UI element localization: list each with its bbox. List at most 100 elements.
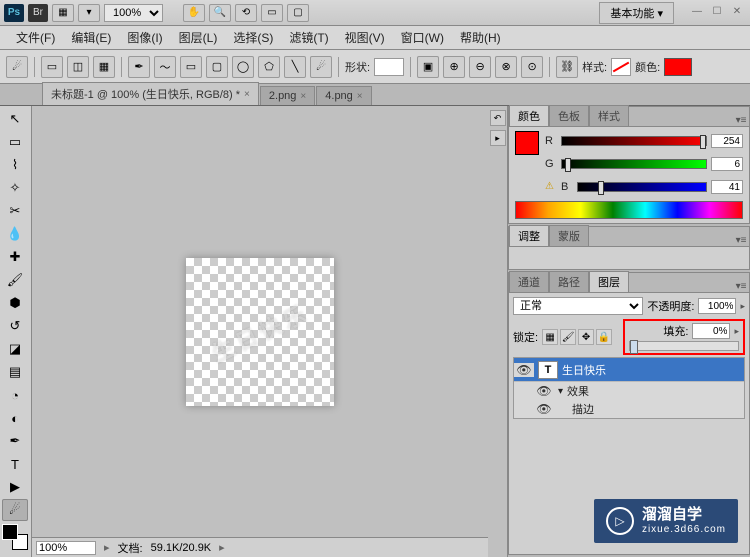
fg-bg-colors[interactable]	[2, 524, 28, 550]
opacity-flyout-icon[interactable]: ▸	[740, 301, 745, 312]
menu-file[interactable]: 文件(F)	[8, 27, 63, 48]
r-slider[interactable]	[561, 136, 707, 146]
mini-bridge-icon[interactable]: ▦	[52, 4, 74, 22]
opacity-input[interactable]	[698, 298, 736, 314]
lock-all-icon[interactable]: 🔒	[596, 329, 612, 345]
combine-subtract-icon[interactable]: ⊖	[469, 56, 491, 78]
layer-item-text[interactable]: 👁 T 生日快乐	[514, 358, 744, 382]
bridge-icon[interactable]: Br	[28, 4, 48, 22]
brush-tool-icon[interactable]: 🖌	[2, 269, 28, 291]
visibility-icon[interactable]: 👁	[534, 384, 554, 398]
g-input[interactable]	[711, 157, 743, 171]
menu-select[interactable]: 选择(S)	[225, 27, 281, 48]
ellipse-shape-icon[interactable]: ◯	[232, 56, 254, 78]
eyedropper-tool-icon[interactable]: 💧	[2, 223, 28, 245]
workspace-select[interactable]: 基本功能 ▾	[599, 2, 674, 24]
visibility-icon[interactable]: 👁	[514, 363, 534, 377]
b-slider[interactable]	[577, 182, 707, 192]
fill-slider[interactable]	[629, 341, 739, 351]
close-icon[interactable]: ×	[357, 91, 363, 102]
pen-tool-icon[interactable]: ✒	[2, 430, 28, 452]
fg-color-swatch[interactable]	[2, 524, 18, 540]
pen-icon[interactable]: ✒	[128, 56, 150, 78]
lock-pixels-icon[interactable]: 🖌	[560, 329, 576, 345]
rrect-shape-icon[interactable]: ▢	[206, 56, 228, 78]
doc-tab-2[interactable]: 2.png ×	[260, 86, 315, 105]
combine-new-icon[interactable]: ▣	[417, 56, 439, 78]
visibility-icon[interactable]: 👁	[534, 402, 554, 416]
fill-input[interactable]	[692, 323, 730, 339]
minimize-button[interactable]: —	[688, 6, 706, 20]
marquee-tool-icon[interactable]: ▭	[2, 131, 28, 153]
eraser-tool-icon[interactable]: ◪	[2, 338, 28, 360]
tab-styles[interactable]: 样式	[589, 105, 629, 126]
menu-filter[interactable]: 滤镜(T)	[281, 27, 336, 48]
paths-icon[interactable]: ◫	[67, 56, 89, 78]
tab-swatches[interactable]: 色板	[549, 105, 589, 126]
shape-dropdown[interactable]	[374, 58, 404, 76]
blur-tool-icon[interactable]: ◔	[2, 384, 28, 406]
canvas[interactable]: 生日快乐	[186, 258, 334, 406]
menu-window[interactable]: 窗口(W)	[393, 27, 452, 48]
tool-preset-icon[interactable]: ☄	[6, 56, 28, 78]
rect-shape-icon[interactable]: ▭	[180, 56, 202, 78]
g-slider[interactable]	[561, 159, 707, 169]
actions-panel-icon[interactable]: ▸	[490, 130, 506, 146]
view-extras-icon[interactable]: ▾	[78, 4, 100, 22]
crop-tool-icon[interactable]: ✂	[2, 200, 28, 222]
custom-shape-icon[interactable]: ☄	[310, 56, 332, 78]
path-select-tool-icon[interactable]: ▶	[2, 476, 28, 498]
shape-layers-icon[interactable]: ▭	[41, 56, 63, 78]
combine-intersect-icon[interactable]: ⊗	[495, 56, 517, 78]
menu-image[interactable]: 图像(I)	[119, 27, 170, 48]
zoom-icon[interactable]: 🔍	[209, 4, 231, 22]
blend-mode-select[interactable]: 正常	[513, 297, 643, 315]
dodge-tool-icon[interactable]: ◐	[2, 407, 28, 429]
layer-effects-row[interactable]: 👁 ▾ 效果	[514, 382, 744, 400]
menu-edit[interactable]: 编辑(E)	[63, 27, 119, 48]
combine-add-icon[interactable]: ⊕	[443, 56, 465, 78]
heal-tool-icon[interactable]: ✚	[2, 246, 28, 268]
lock-transparent-icon[interactable]: ▦	[542, 329, 558, 345]
zoom-select[interactable]: 100%	[104, 4, 163, 22]
link-icon[interactable]: ⛓	[556, 56, 578, 78]
combine-exclude-icon[interactable]: ⊙	[521, 56, 543, 78]
tab-paths[interactable]: 路径	[549, 271, 589, 292]
tab-channels[interactable]: 通道	[509, 271, 549, 292]
shape-color-swatch[interactable]	[664, 58, 692, 76]
maximize-button[interactable]: ☐	[708, 6, 726, 20]
rotate-icon[interactable]: ⟲	[235, 4, 257, 22]
canvas-area[interactable]: 生日快乐 ▸ 文档: 59.1K/20.9K ▸	[32, 106, 488, 557]
collapse-icon[interactable]: ▾	[558, 386, 563, 397]
screen-mode-icon[interactable]: ▢	[287, 4, 309, 22]
panel-menu-icon[interactable]: ▾≡	[733, 235, 749, 246]
line-shape-icon[interactable]: ╲	[284, 56, 306, 78]
layer-name[interactable]: 生日快乐	[562, 362, 744, 378]
doc-tab-1[interactable]: 未标题-1 @ 100% (生日快乐, RGB/8) * ×	[42, 82, 259, 105]
layer-effect-stroke[interactable]: 👁 描边	[514, 400, 744, 418]
fill-flyout-icon[interactable]: ▸	[734, 326, 739, 337]
tab-color[interactable]: 颜色	[509, 105, 549, 126]
style-none-icon[interactable]	[611, 58, 631, 76]
close-icon[interactable]: ×	[244, 89, 250, 100]
close-icon[interactable]: ×	[300, 91, 306, 102]
tab-masks[interactable]: 蒙版	[549, 225, 589, 246]
status-zoom-input[interactable]	[36, 541, 96, 555]
hand-icon[interactable]: ✋	[183, 4, 205, 22]
menu-view[interactable]: 视图(V)	[337, 27, 393, 48]
menu-layer[interactable]: 图层(L)	[171, 27, 226, 48]
arrange-icon[interactable]: ▭	[261, 4, 283, 22]
fg-color-box[interactable]	[515, 131, 539, 155]
move-tool-icon[interactable]: ↖	[2, 108, 28, 130]
tab-layers[interactable]: 图层	[589, 271, 629, 292]
gamut-warning-icon[interactable]: ⚠	[545, 181, 557, 193]
doc-tab-3[interactable]: 4.png ×	[316, 86, 371, 105]
panel-menu-icon[interactable]: ▾≡	[733, 115, 749, 126]
history-brush-tool-icon[interactable]: ↺	[2, 315, 28, 337]
spectrum-ramp[interactable]	[515, 201, 743, 219]
close-button[interactable]: ✕	[728, 6, 746, 20]
r-input[interactable]	[711, 134, 743, 148]
fill-pixels-icon[interactable]: ▦	[93, 56, 115, 78]
stamp-tool-icon[interactable]: ⬢	[2, 292, 28, 314]
gradient-tool-icon[interactable]: ▤	[2, 361, 28, 383]
